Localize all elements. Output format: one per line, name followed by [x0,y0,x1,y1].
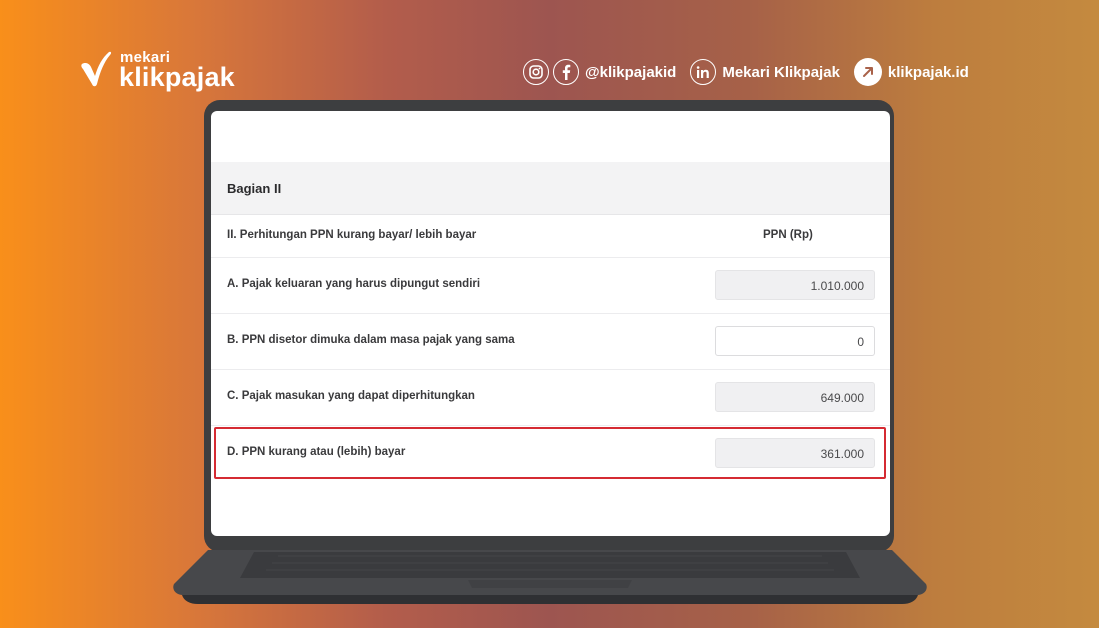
laptop-base [173,550,927,604]
table-row: B. PPN disetor dimuka dalam masa pajak y… [211,314,890,370]
linkedin-icon[interactable] [690,59,717,85]
table-row: C. Pajak masukan yang dapat diperhitungk… [211,370,890,426]
instagram-icon[interactable] [523,59,549,85]
table-header-row: II. Perhitungan PPN kurang bayar/ lebih … [211,215,890,258]
logo-klikpajak-text: klikpajak [119,62,235,92]
section-title: Bagian II [227,181,282,196]
section-header: Bagian II [211,162,890,215]
arrow-up-right-icon[interactable] [853,58,882,86]
row-label-c: C. Pajak masukan yang dapat diperhitungk… [227,390,475,402]
klikpajak-logo: mekari klikpajak [80,48,250,98]
check-logo-icon [81,51,112,87]
highlight-box [214,427,886,479]
facebook-icon[interactable] [553,59,579,85]
pajak-keluaran-field: 1.010.000 [715,270,875,300]
row-label-b: B. PPN disetor dimuka dalam masa pajak y… [227,334,515,346]
social-links: @klikpajakid Mekari Klikpajak klikpajak.… [523,57,969,87]
calculation-header-label: II. Perhitungan PPN kurang bayar/ lebih … [227,229,477,241]
row-label-a: A. Pajak keluaran yang harus dipungut se… [227,278,481,290]
ppn-column-header: PPN (Rp) [763,229,813,241]
linkedin-name[interactable]: Mekari Klikpajak [722,64,840,81]
website-link[interactable]: klikpajak.id [888,64,969,81]
table-row: A. Pajak keluaran yang harus dipungut se… [211,258,890,314]
ppn-disetor-dimuka-input[interactable]: 0 [715,326,875,356]
pajak-masukan-field: 649.000 [715,382,875,412]
social-handle[interactable]: @klikpajakid [585,64,676,81]
tax-form-screen: Bagian II II. Perhitungan PPN kurang bay… [211,111,890,536]
